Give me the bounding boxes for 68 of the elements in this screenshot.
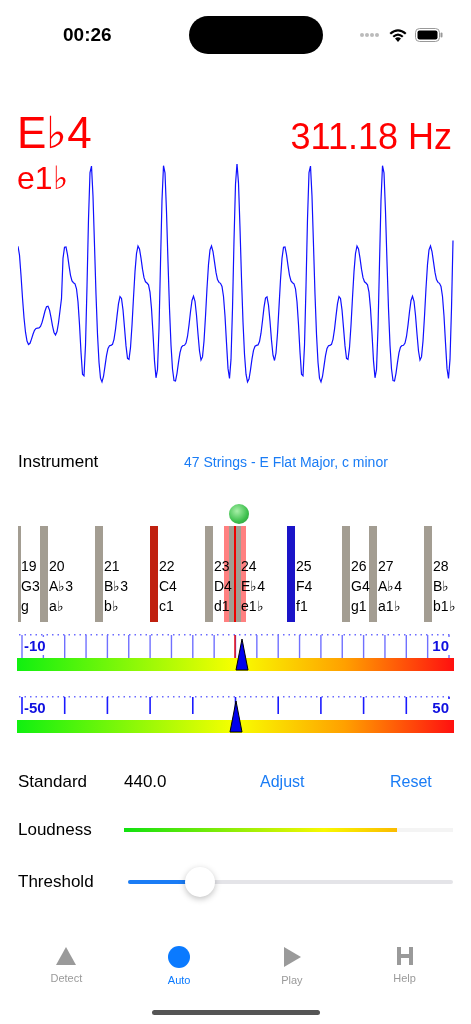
- string-number: 25: [296, 558, 313, 575]
- ball-indicator: [229, 504, 249, 524]
- h-letter-icon: [395, 946, 414, 966]
- string[interactable]: [342, 526, 350, 622]
- scale-max-label: 10: [431, 637, 450, 655]
- string[interactable]: [369, 526, 377, 622]
- string[interactable]: [40, 526, 48, 622]
- string-note: E♭4: [241, 578, 266, 595]
- string-number: 24: [241, 558, 258, 575]
- threshold-slider[interactable]: [128, 866, 453, 898]
- play-icon: [281, 946, 302, 968]
- standard-value: 440.0: [124, 772, 168, 792]
- string-solfa: f1: [296, 598, 309, 615]
- instrument-link[interactable]: 47 Strings - E Flat Major, c minor: [184, 454, 388, 470]
- string[interactable]: [424, 526, 432, 622]
- tab-item[interactable]: Auto: [139, 946, 220, 986]
- string-number: 27: [378, 558, 395, 575]
- adjust-button[interactable]: Adjust: [260, 773, 390, 791]
- circle-icon: [168, 946, 191, 968]
- string-number: 22: [159, 558, 176, 575]
- string-number: 23: [214, 558, 231, 575]
- note-name: E♭4: [17, 108, 92, 158]
- string-solfa: d1: [214, 598, 231, 615]
- tab-item[interactable]: Detect: [26, 946, 107, 986]
- triangle-icon: [55, 946, 78, 966]
- loudness-label: Loudness: [18, 820, 93, 840]
- string-number: 28: [433, 558, 450, 575]
- string[interactable]: [287, 526, 295, 622]
- string-solfa: c1: [159, 598, 175, 615]
- string-solfa: a♭: [49, 598, 65, 615]
- string[interactable]: [18, 526, 21, 622]
- string-note: A♭4: [378, 578, 403, 595]
- slider-thumb[interactable]: [184, 867, 215, 897]
- solfa-name: e1♭: [17, 160, 69, 196]
- frequency-reading: 311.18 Hz: [290, 115, 452, 159]
- string-solfa: b♭: [104, 598, 120, 615]
- string-note: B♭: [433, 578, 451, 595]
- string-note: B♭3: [104, 578, 129, 595]
- string[interactable]: [95, 526, 103, 622]
- string[interactable]: [150, 526, 158, 622]
- string-solfa: b1♭: [433, 598, 456, 615]
- string-solfa: e1♭: [241, 598, 265, 615]
- signal-icon: [359, 32, 381, 38]
- reset-button[interactable]: Reset: [390, 773, 432, 791]
- string-note: C4: [159, 578, 177, 595]
- string-solfa: a1♭: [378, 598, 402, 615]
- status-time: 00:26: [63, 24, 113, 46]
- string-note: G3: [21, 578, 40, 595]
- scale-min-label: -10: [23, 637, 47, 655]
- string-number: 19: [21, 558, 38, 575]
- tab-item[interactable]: Help: [364, 946, 445, 986]
- string-solfa: g1: [351, 598, 368, 615]
- string[interactable]: [205, 526, 213, 622]
- wifi-icon: [388, 27, 408, 43]
- string-note: G4: [351, 578, 370, 595]
- string-note: A♭3: [49, 578, 74, 595]
- tab-item[interactable]: Play: [251, 946, 332, 986]
- string-note: D4: [214, 578, 232, 595]
- instrument-label: Instrument: [18, 452, 100, 472]
- string-number: 21: [104, 558, 121, 575]
- string-note: F4: [296, 578, 313, 595]
- standard-label: Standard: [18, 772, 88, 792]
- string-number: 26: [351, 558, 368, 575]
- battery-icon: [415, 28, 443, 42]
- threshold-label: Threshold: [18, 872, 95, 892]
- string-number: 20: [49, 558, 66, 575]
- scale-max-label: 50: [431, 699, 450, 717]
- string-solfa: g: [21, 598, 30, 615]
